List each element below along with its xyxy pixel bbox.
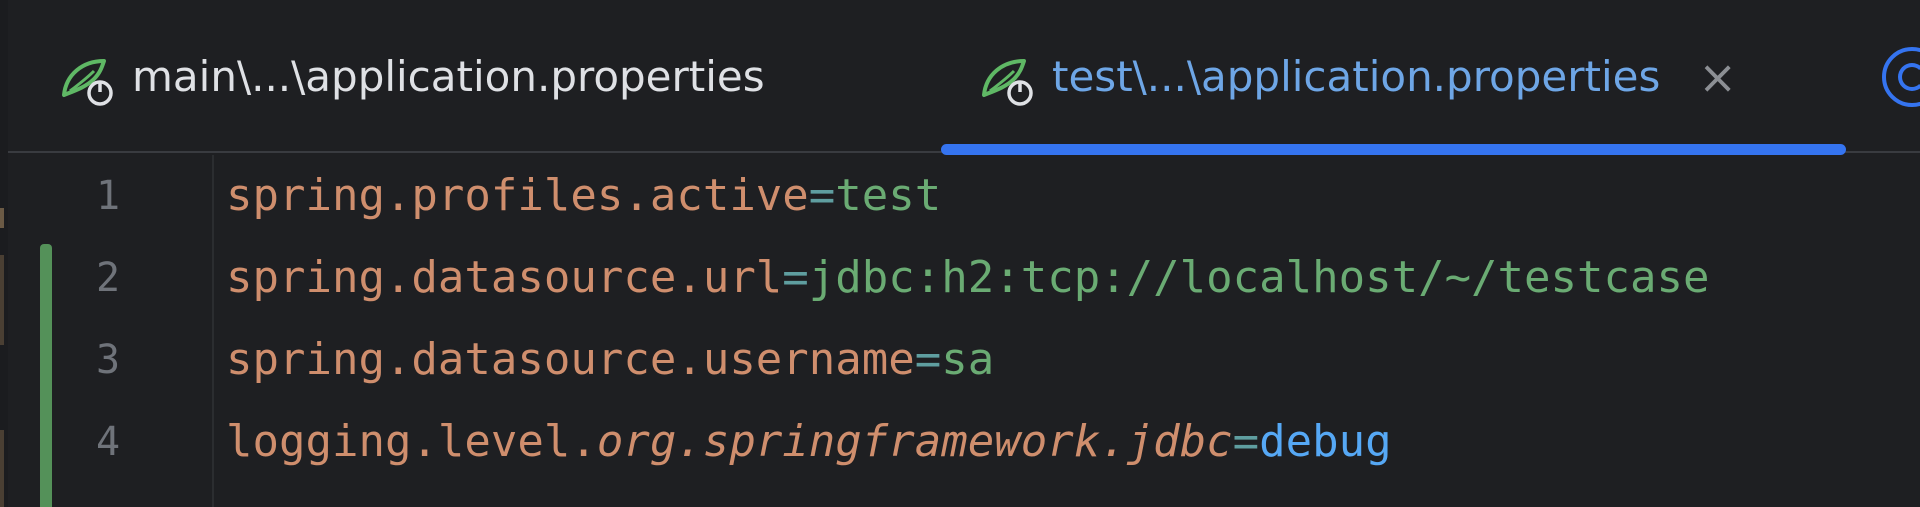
code-line[interactable]: spring.profiles.active=test: [226, 155, 941, 237]
line-number: 4: [95, 419, 121, 465]
spring-boot-icon: [60, 55, 118, 107]
line-number: 1: [95, 173, 121, 219]
property-key: logging.level.: [226, 416, 597, 467]
property-value: debug: [1259, 416, 1392, 467]
tab-label: test\...\application.properties: [1052, 52, 1661, 101]
class-icon: [1882, 46, 1920, 107]
property-key: spring.datasource.username: [226, 334, 915, 385]
code-line[interactable]: spring.datasource.url=jdbc:h2:tcp://loca…: [226, 237, 1709, 319]
line-number: 3: [95, 337, 121, 383]
edge-marker: [0, 208, 4, 228]
property-key-package: org.springframework.jdbc: [596, 416, 1233, 467]
equals-sign: =: [808, 170, 836, 221]
tab-test-application-properties[interactable]: test\...\application.properties ×: [980, 0, 1737, 153]
tab-partial[interactable]: [1882, 0, 1920, 153]
equals-sign: =: [782, 252, 809, 303]
line-number: 2: [95, 255, 121, 301]
property-value: test: [835, 170, 942, 221]
equals-sign: =: [914, 334, 942, 385]
ide-window: main\...\application.properties test\...…: [0, 0, 1920, 507]
close-icon[interactable]: ×: [1698, 54, 1737, 100]
equals-sign: =: [1232, 416, 1260, 467]
spring-boot-icon: [980, 55, 1038, 107]
tab-label: main\...\application.properties: [132, 52, 765, 101]
property-value: sa: [941, 334, 995, 385]
property-value: jdbc:h2:tcp://localhost/~/testcase: [808, 252, 1710, 303]
line-number-gutter: 1 2 3 4: [8, 155, 214, 507]
vcs-change-marker[interactable]: [40, 244, 52, 507]
code-editor[interactable]: 1 2 3 4 spring.profiles.active=test spri…: [8, 155, 1920, 507]
edge-marker: [0, 255, 4, 345]
code-line[interactable]: spring.datasource.username=sa: [226, 319, 994, 401]
edge-marker: [0, 430, 4, 507]
tab-main-application-properties[interactable]: main\...\application.properties: [60, 0, 765, 153]
editor-tab-bar: main\...\application.properties test\...…: [8, 0, 1920, 155]
property-key: spring.datasource.url: [226, 252, 783, 303]
active-tab-indicator: [941, 144, 1846, 155]
left-edge-strip: [0, 0, 8, 507]
code-line[interactable]: logging.level.org.springframework.jdbc=d…: [226, 401, 1392, 483]
property-key: spring.profiles.active: [226, 170, 809, 221]
